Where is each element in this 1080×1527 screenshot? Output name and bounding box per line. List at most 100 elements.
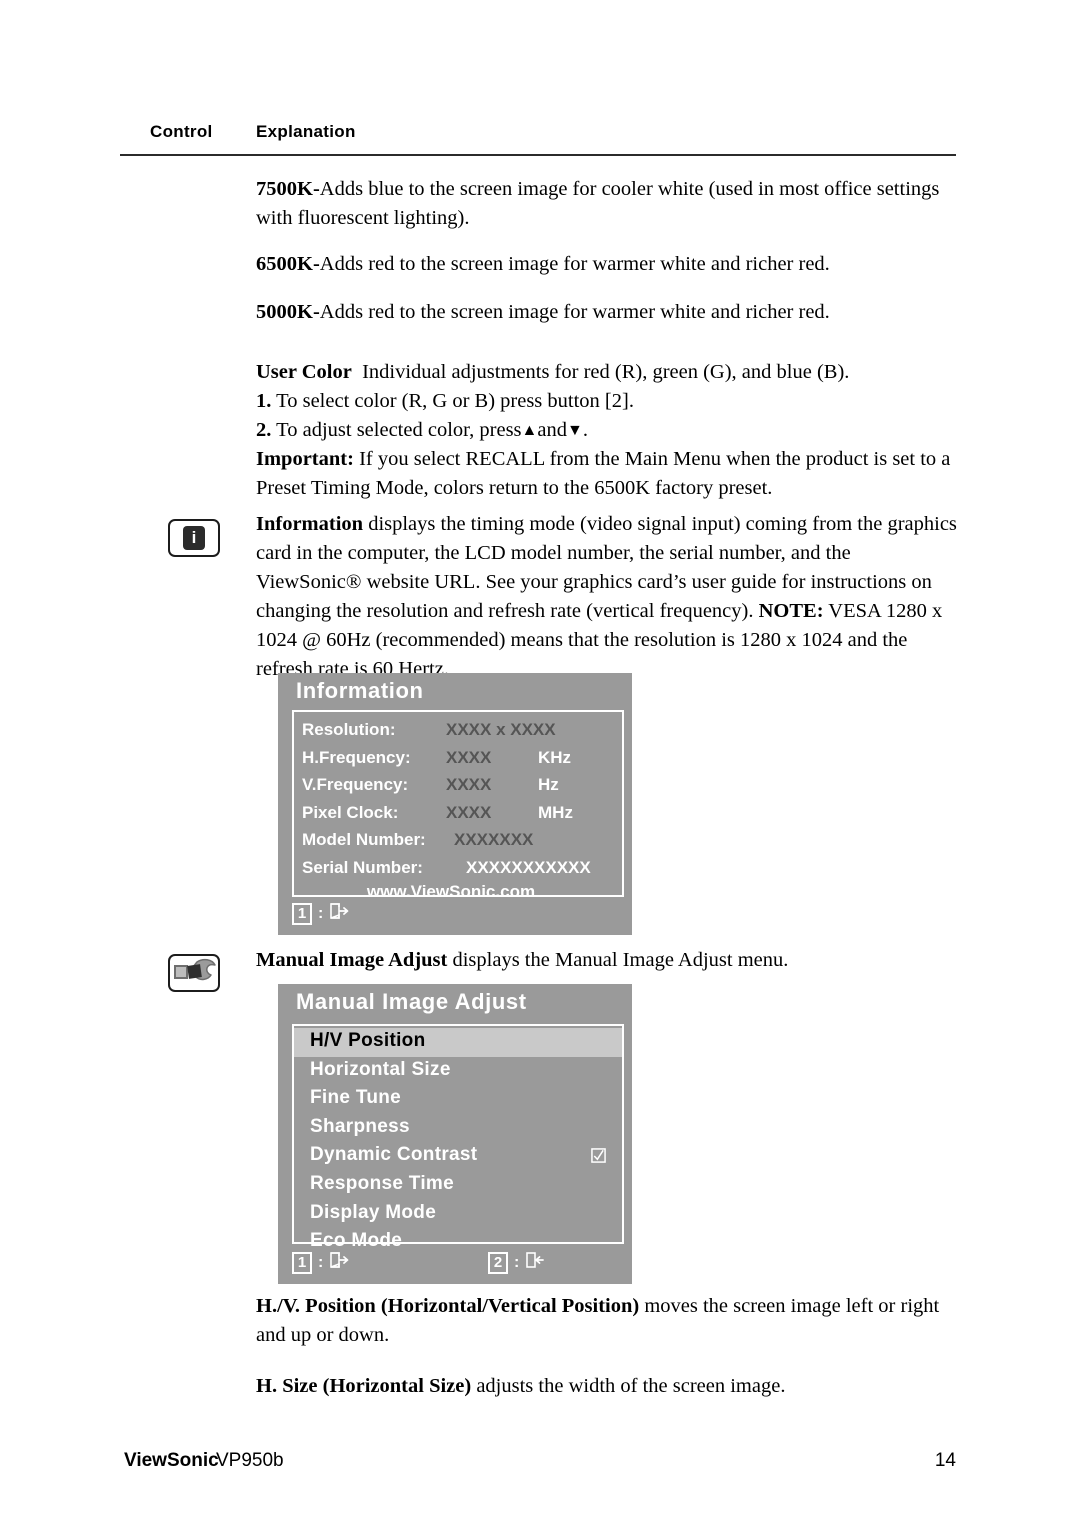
osd-menu-item-response-time[interactable]: Response Time <box>294 1171 622 1200</box>
osd-information-row-unit: KHz <box>538 747 572 767</box>
column-header-control: Control <box>150 122 213 141</box>
manual-image-adjust-term: Manual Image Adjust <box>256 949 448 971</box>
osd-information-row-unit: Hz <box>538 775 559 794</box>
user-color-step-1-text: To select color (R, G or B) press button… <box>276 390 634 412</box>
paragraph-5000k: 5000K-Adds red to the screen image for w… <box>256 298 956 327</box>
important-text: If you select RECALL from the Main Menu … <box>256 448 951 499</box>
osd-menu-item-dynamic-contrast[interactable]: Dynamic Contrast <box>294 1142 622 1171</box>
osd-information-row: Pixel Clock: XXXX MHz <box>294 800 622 828</box>
horizontal-size-text: adjusts the width of the screen image. <box>476 1375 786 1397</box>
osd-information-row-label: Pixel Clock: <box>302 802 399 822</box>
osd-information-row-value: XXXXXXXXXXX <box>466 857 591 877</box>
osd-key-colon: : <box>318 904 324 922</box>
user-color-step-2: 2. To adjust selected color, press▲and▼. <box>256 416 956 445</box>
paragraph-manual-image-adjust: Manual Image Adjust displays the Manual … <box>256 946 956 975</box>
osd-menu-item-display-mode[interactable]: Display Mode <box>294 1200 622 1229</box>
osd-menu-item-sharpness[interactable]: Sharpness <box>294 1114 622 1143</box>
osd-information-row-label: Resolution: <box>302 720 396 739</box>
exit-right-icon <box>329 902 349 925</box>
osd-key-badge: 2 <box>488 1251 508 1274</box>
osd-information-row-label: Serial Number: <box>302 857 423 877</box>
paragraph-6500k-text: Adds red to the screen image for warmer … <box>319 253 830 275</box>
user-color-step-2-period: . <box>582 419 588 441</box>
osd-information-row-unit: MHz <box>538 802 573 822</box>
osd-menu-item-label: Fine Tune <box>310 1087 402 1109</box>
osd-menu-item-horizontal-size[interactable]: Horizontal Size <box>294 1057 622 1086</box>
osd-information-row-label: Model Number: <box>302 830 426 849</box>
information-term: Information <box>256 513 364 535</box>
triangle-down-icon: ▼ <box>566 422 583 439</box>
osd-key-hint: 1: <box>292 1251 349 1274</box>
footer-page-number: 14 <box>934 1450 956 1471</box>
osd-menu-item-label: Display Mode <box>310 1201 437 1223</box>
paragraph-hv-position: H./V. Position (Horizontal/Vertical Posi… <box>256 1292 956 1350</box>
osd-key-badge: 1 <box>292 902 312 925</box>
osd-information-footer: 1: <box>292 900 624 932</box>
column-header-explanation: Explanation <box>256 122 356 141</box>
osd-information-row: H.Frequency: XXXX KHz <box>294 745 622 773</box>
osd-information-row-value: XXXXXXX <box>454 830 534 849</box>
osd-menu-item-label: Horizontal Size <box>310 1058 451 1080</box>
paragraph-5000k-term: 5000K- <box>256 301 320 323</box>
user-color-line: User Color Individual adjustments for re… <box>256 358 956 387</box>
paragraph-6500k: 6500K-Adds red to the screen image for w… <box>256 250 956 279</box>
osd-information-row-value: XXXX <box>446 747 492 767</box>
osd-information-title: Information <box>296 678 424 703</box>
paragraph-user-color: User Color Individual adjustments for re… <box>256 358 956 503</box>
osd-information-row-label: V.Frequency: <box>302 775 409 794</box>
osd-menu-item-label: Response Time <box>310 1172 454 1194</box>
osd-menu-item-label: Sharpness <box>310 1115 410 1137</box>
paragraph-7500k-text: Adds blue to the screen image for cooler… <box>256 178 940 229</box>
user-color-term: User Color <box>256 361 352 383</box>
information-icon: i <box>168 519 220 557</box>
user-color-important: Important: If you select RECALL from the… <box>256 445 956 503</box>
osd-information-row: V.Frequency: XXXX Hz <box>294 772 622 800</box>
osd-key-colon: : <box>514 1253 520 1271</box>
wrench-icon <box>174 958 216 981</box>
manual-image-adjust-text: displays the Manual Image Adjust menu. <box>452 949 789 971</box>
user-color-step-1: 1. To select color (R, G or B) press but… <box>256 387 956 416</box>
user-color-step-2-text: To adjust selected color, press <box>276 419 522 441</box>
osd-manual-image-adjust-footer: 1:2: <box>292 1249 624 1281</box>
osd-information-rows: Resolution: XXXX x XXXX H.Frequency: XXXX KH… <box>294 712 622 882</box>
triangle-up-icon: ▲ <box>521 422 538 439</box>
paragraph-7500k: 7500K-Adds blue to the screen image for … <box>256 175 956 233</box>
note-label: NOTE: <box>758 600 824 622</box>
user-color-step-2-conjunction: and <box>537 419 567 441</box>
osd-manual-image-adjust-title: Manual Image Adjust <box>296 989 527 1014</box>
osd-information-row-value: XXXX <box>446 802 492 822</box>
header-divider <box>120 154 956 156</box>
osd-menu-item-h-v-position[interactable]: H/V Position <box>294 1028 622 1057</box>
osd-menu-item-label: H/V Position <box>310 1030 426 1051</box>
osd-manual-image-adjust-list: H/V Position Horizontal Size Fine Tune Shar… <box>292 1024 624 1251</box>
hv-position-term: H./V. Position (Horizontal/Vertical Posi… <box>256 1295 640 1317</box>
user-color-text: Individual adjustments for red (R), gree… <box>362 361 850 383</box>
osd-information-row-value: XXXX x XXXX <box>446 720 556 739</box>
osd-information-row: Model Number: XXXXXXX <box>294 827 622 855</box>
checkbox-checked-icon[interactable] <box>591 1148 606 1164</box>
osd-information-panel: Information Resolution: XXXX x XXXX H.Freq… <box>278 673 632 935</box>
osd-key-hint: 2: <box>488 1251 545 1274</box>
enter-left-icon <box>525 1251 545 1274</box>
paragraph-6500k-term: 6500K- <box>256 253 320 275</box>
osd-information-row: Serial Number: XXXXXXXXXXX <box>294 855 622 883</box>
manual-page: Control Explanation 7500K-Adds blue to t… <box>0 0 1080 1527</box>
user-color-step-2-number: 2. <box>256 419 272 441</box>
paragraph-information: Information displays the timing mode (vi… <box>256 510 958 684</box>
osd-information-row-value: XXXX <box>446 775 492 794</box>
manual-image-adjust-icon <box>168 954 220 992</box>
paragraph-7500k-term: 7500K- <box>256 178 320 200</box>
exit-right-icon <box>329 1251 349 1274</box>
osd-key-badge: 1 <box>292 1251 312 1274</box>
osd-key-colon: : <box>318 1253 324 1271</box>
osd-key-hint: 1: <box>292 902 349 925</box>
paragraph-horizontal-size: H. Size (Horizontal Size) adjusts the wi… <box>256 1372 956 1401</box>
osd-menu-item-fine-tune[interactable]: Fine Tune <box>294 1085 622 1114</box>
osd-information-row-label: H.Frequency: <box>302 747 411 767</box>
osd-menu-item-label: Dynamic Contrast <box>310 1144 478 1166</box>
osd-information-row: Resolution: XXXX x XXXX <box>294 717 622 745</box>
footer-brand: ViewSonic <box>124 1450 219 1471</box>
important-label: Important: <box>256 448 354 470</box>
user-color-step-1-number: 1. <box>256 390 272 412</box>
footer-model: VP950b <box>216 1450 284 1471</box>
